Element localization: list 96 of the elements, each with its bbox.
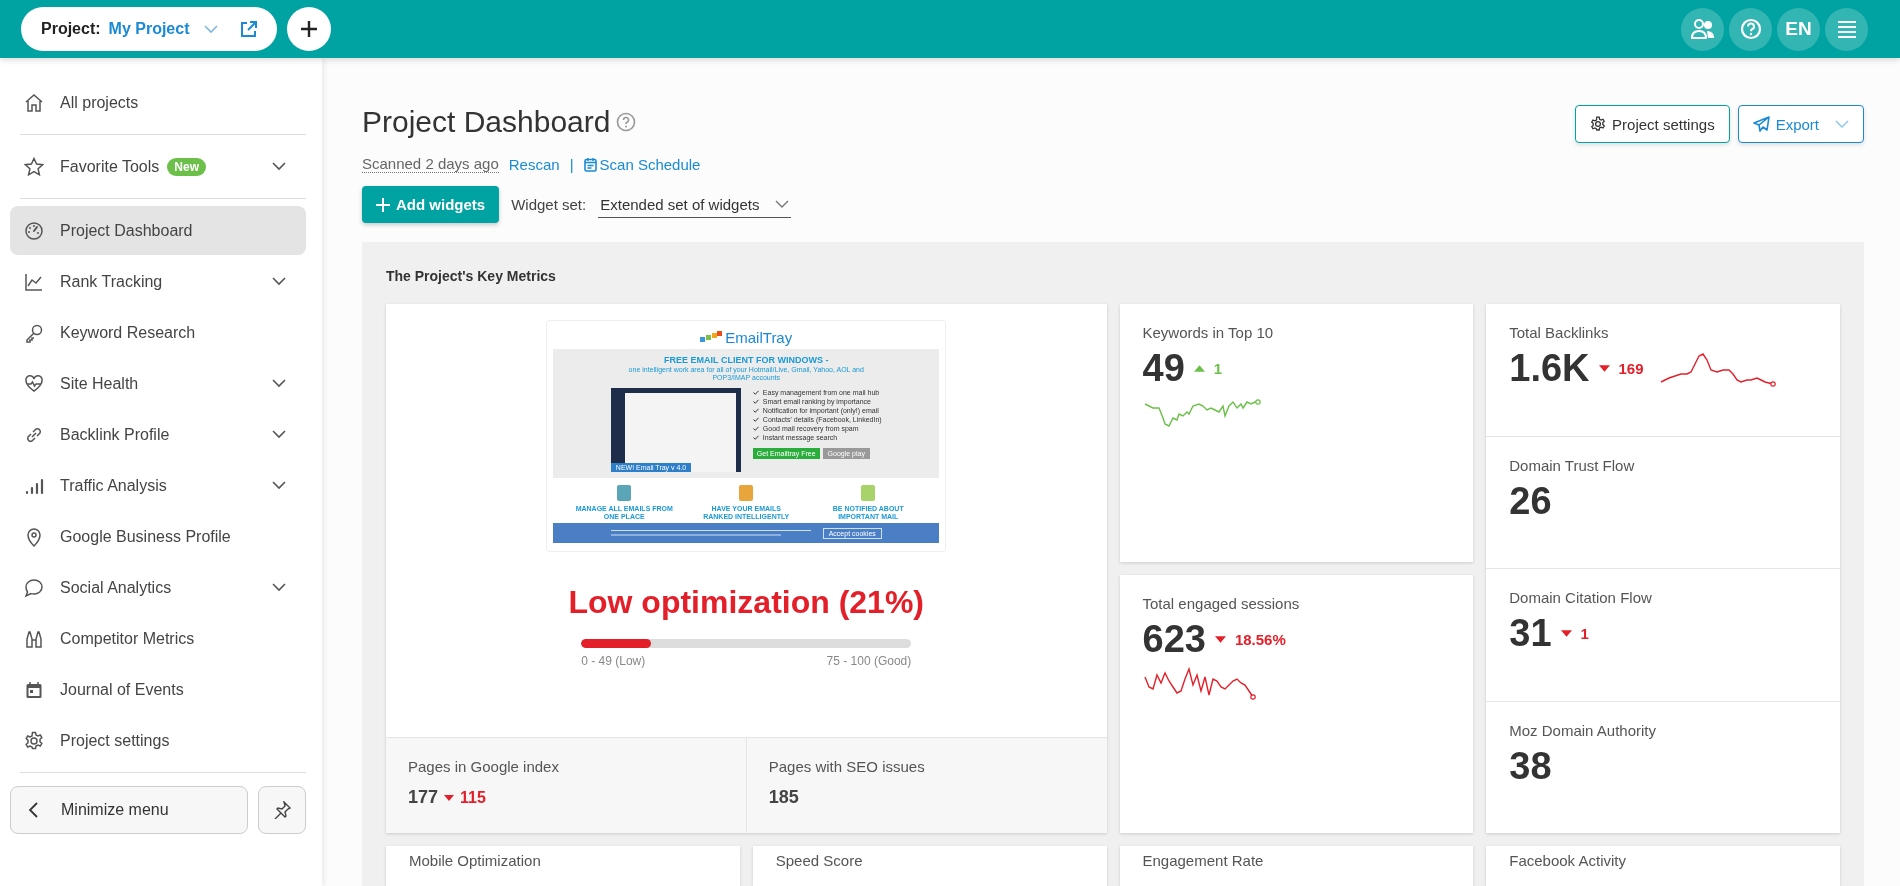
chevron-down-icon bbox=[272, 481, 286, 490]
sidebar-item[interactable]: All projects bbox=[10, 78, 306, 127]
plus-icon bbox=[376, 197, 390, 212]
export-button[interactable]: Export bbox=[1737, 105, 1864, 143]
sidebar-item[interactable]: Social Analytics bbox=[10, 563, 306, 612]
metric-label: Total Backlinks bbox=[1509, 324, 1610, 341]
sidebar-item[interactable]: Competitor Metrics bbox=[10, 614, 306, 663]
project-name: My Project bbox=[108, 20, 190, 38]
sidebar-item[interactable]: Backlink Profile bbox=[10, 410, 306, 459]
metric-value: 1.6K bbox=[1509, 347, 1590, 390]
paper-plane-icon bbox=[1752, 116, 1770, 132]
gauge-icon bbox=[24, 220, 44, 241]
metric-label: Moz Domain Authority bbox=[1509, 721, 1657, 739]
page-title: Project Dashboard bbox=[362, 105, 611, 139]
metric-value: 26 bbox=[1509, 479, 1552, 523]
metric-value: 623 bbox=[1142, 618, 1206, 661]
help-icon[interactable] bbox=[616, 112, 637, 132]
site-logo-text: EmailTray bbox=[725, 328, 793, 346]
menu-icon bbox=[1836, 20, 1857, 38]
users-button[interactable] bbox=[1681, 7, 1724, 51]
metric-value: 49 bbox=[1142, 347, 1185, 390]
range-label: 0 - 49 (Low) bbox=[581, 654, 646, 669]
calendar-icon bbox=[24, 679, 44, 700]
change-value: 18.56% bbox=[1234, 631, 1286, 648]
sidebar-item[interactable]: Favorite Tools New bbox=[10, 142, 306, 191]
chevron-down-icon bbox=[272, 277, 286, 286]
widget-title: Speed Score bbox=[775, 852, 864, 869]
chevron-down-icon bbox=[272, 379, 286, 388]
scan-schedule-link[interactable]: Scan Schedule bbox=[583, 155, 701, 173]
optimization-score: Low optimization (21%) bbox=[568, 584, 924, 622]
sidebar-item[interactable]: Project Dashboard bbox=[10, 206, 306, 255]
stat-value: 185 bbox=[768, 787, 799, 808]
heart-icon bbox=[24, 373, 44, 394]
sidebar-item[interactable]: Journal of Events bbox=[10, 665, 306, 714]
separator: | bbox=[569, 155, 574, 173]
metric-label: Domain Citation Flow bbox=[1509, 589, 1653, 606]
chevron-down-icon bbox=[1835, 119, 1849, 129]
change-value: 115 bbox=[460, 788, 486, 807]
widget-title: Facebook Activity bbox=[1509, 852, 1627, 869]
key-icon bbox=[24, 322, 44, 343]
minimize-menu-button[interactable]: Minimize menu bbox=[10, 786, 248, 834]
change-value: 1 bbox=[1213, 360, 1223, 377]
help-icon bbox=[1739, 18, 1762, 40]
metric-label: Total engaged sessions bbox=[1142, 595, 1301, 612]
project-label: Project: bbox=[41, 20, 101, 38]
chart-icon bbox=[24, 271, 44, 292]
pin-icon bbox=[24, 526, 44, 547]
new-badge: New bbox=[167, 157, 206, 176]
chevron-left-icon bbox=[29, 802, 39, 818]
chevron-down-icon bbox=[775, 199, 790, 209]
gear-icon bbox=[24, 730, 44, 751]
add-project-button[interactable] bbox=[286, 7, 331, 51]
range-label: 75 - 100 (Good) bbox=[826, 654, 912, 669]
home-icon bbox=[24, 92, 44, 113]
chevron-down-icon bbox=[272, 583, 286, 592]
sidebar-item[interactable]: Project settings bbox=[10, 716, 306, 765]
users-icon bbox=[1690, 19, 1715, 39]
sidebar-item[interactable]: Traffic Analysis bbox=[10, 461, 306, 510]
sidebar-item[interactable]: Rank Tracking bbox=[10, 257, 306, 306]
calendar-icon bbox=[583, 156, 597, 172]
panel-title: The Project's Key Metrics bbox=[386, 268, 557, 284]
site-headline: FREE EMAIL CLIENT FOR WINDOWS - bbox=[663, 355, 830, 365]
chevron-down-icon bbox=[272, 430, 286, 439]
external-link-icon[interactable] bbox=[239, 20, 257, 38]
rescan-link[interactable]: Rescan bbox=[508, 155, 560, 173]
settings-icon bbox=[1590, 116, 1607, 132]
star-icon bbox=[24, 156, 44, 177]
metric-label: Keywords in Top 10 bbox=[1142, 324, 1275, 341]
chevron-down-icon bbox=[203, 24, 218, 34]
plus-icon bbox=[298, 19, 319, 39]
sidebar-item[interactable]: Site Health bbox=[10, 359, 306, 408]
metric-value: 38 bbox=[1509, 744, 1552, 788]
pin-button[interactable] bbox=[258, 786, 306, 834]
project-selector[interactable]: Project: My Project bbox=[21, 7, 277, 51]
widget-title: Engagement Rate bbox=[1142, 852, 1265, 869]
logo-icon bbox=[700, 331, 723, 343]
chat-icon bbox=[24, 577, 44, 598]
project-settings-button[interactable]: Project settings bbox=[1575, 105, 1730, 143]
metric-value: 31 bbox=[1509, 612, 1552, 655]
change-value: 1 bbox=[1580, 625, 1589, 642]
widget-title: Mobile Optimization bbox=[409, 852, 542, 869]
stat-label: Pages in Google index bbox=[408, 758, 560, 775]
widget-set-dropdown[interactable]: Extended set of widgets bbox=[598, 191, 792, 218]
stat-label: Pages with SEO issues bbox=[768, 758, 926, 775]
menu-button[interactable] bbox=[1825, 7, 1868, 51]
scan-status: Scanned 2 days ago bbox=[362, 155, 499, 173]
chevron-down-icon bbox=[272, 162, 286, 171]
help-button[interactable] bbox=[1729, 7, 1772, 51]
pushpin-icon bbox=[273, 801, 291, 819]
widget-set-label: Widget set: bbox=[511, 196, 587, 213]
sidebar-item[interactable]: Keyword Research bbox=[10, 308, 306, 357]
stat-value: 177 bbox=[408, 787, 439, 808]
metric-label: Domain Trust Flow bbox=[1509, 456, 1636, 474]
binoculars-icon bbox=[24, 628, 44, 649]
change-value: 169 bbox=[1618, 360, 1644, 377]
sidebar-item[interactable]: Google Business Profile bbox=[10, 512, 306, 561]
